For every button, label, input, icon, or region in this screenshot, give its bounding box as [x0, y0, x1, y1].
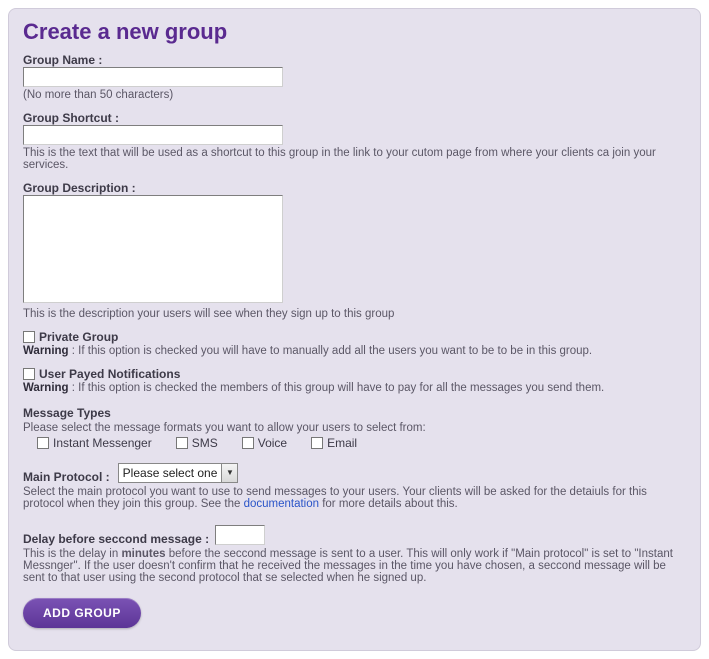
group-description-label: Group Description :	[23, 181, 686, 195]
main-protocol-label: Main Protocol :	[23, 470, 110, 484]
type-im-label: Instant Messenger	[53, 436, 152, 450]
message-types-hint: Please select the message formats you wa…	[23, 422, 686, 434]
group-name-input[interactable]	[23, 67, 283, 87]
type-email-checkbox[interactable]	[311, 437, 323, 449]
create-group-card: Create a new group Group Name : (No more…	[8, 8, 701, 651]
payed-notifications-warning: Warning : If this option is checked the …	[23, 382, 686, 394]
type-im-checkbox[interactable]	[37, 437, 49, 449]
payed-notifications-label: User Payed Notifications	[39, 367, 180, 381]
group-shortcut-input[interactable]	[23, 125, 283, 145]
main-protocol-hint: Select the main protocol you want to use…	[23, 486, 686, 510]
group-description-textarea[interactable]	[23, 195, 283, 303]
chevron-down-icon: ▼	[221, 464, 237, 482]
warning-word: Warning	[23, 345, 69, 357]
documentation-link[interactable]: documentation	[244, 498, 319, 510]
delay-label: Delay before seccond message :	[23, 532, 209, 546]
message-types-row: Instant Messenger SMS Voice Email	[23, 436, 686, 450]
delay-input[interactable]	[215, 525, 265, 545]
group-name-hint: (No more than 50 characters)	[23, 89, 686, 101]
main-protocol-selected: Please select one	[119, 466, 222, 480]
add-group-button[interactable]: ADD GROUP	[23, 598, 141, 628]
delay-hint: This is the delay in minutes before the …	[23, 548, 686, 584]
type-sms-checkbox[interactable]	[176, 437, 188, 449]
main-protocol-select[interactable]: Please select one ▼	[118, 463, 239, 483]
private-group-checkbox[interactable]	[23, 331, 35, 343]
private-group-label: Private Group	[39, 330, 118, 344]
type-sms-label: SMS	[192, 436, 218, 450]
payed-notifications-checkbox[interactable]	[23, 368, 35, 380]
group-name-label: Group Name :	[23, 53, 686, 67]
type-voice-label: Voice	[258, 436, 287, 450]
group-description-hint: This is the description your users will …	[23, 308, 686, 320]
page-title: Create a new group	[23, 19, 686, 45]
message-types-heading: Message Types	[23, 406, 686, 420]
type-voice-checkbox[interactable]	[242, 437, 254, 449]
type-email-label: Email	[327, 436, 357, 450]
group-shortcut-hint: This is the text that will be used as a …	[23, 147, 686, 171]
group-shortcut-label: Group Shortcut :	[23, 111, 686, 125]
private-group-warning: Warning : If this option is checked you …	[23, 345, 686, 357]
warning-word: Warning	[23, 382, 69, 394]
minutes-word: minutes	[121, 548, 165, 560]
